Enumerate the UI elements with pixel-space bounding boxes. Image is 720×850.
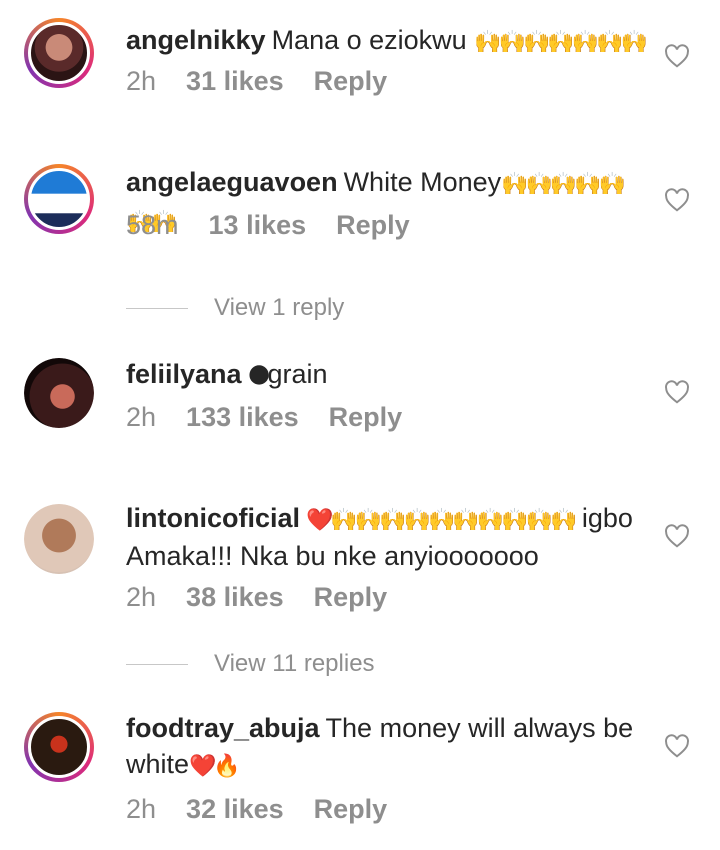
heart-outline-icon[interactable] [664, 188, 690, 212]
comment-username[interactable]: lintonicoficial [126, 503, 300, 533]
comment-body: grain [267, 359, 328, 389]
comment-likes[interactable]: 31 likes [186, 66, 284, 96]
comment-username[interactable]: foodtray_abuja [126, 713, 320, 743]
avatar[interactable] [24, 164, 94, 234]
comment-text: feliilyana 🌑grain [126, 356, 646, 394]
comment-meta: 2h 31 likes Reply [126, 66, 417, 97]
view-replies-button[interactable]: View 1 reply [126, 294, 344, 322]
comment-text: angelnikky Mana o eziokwu 🙌🙌🙌🙌🙌🙌🙌 [126, 22, 648, 60]
comment-username[interactable]: angelnikky [126, 25, 266, 55]
comment-likes[interactable]: 133 likes [186, 402, 299, 432]
reply-button[interactable]: Reply [336, 210, 410, 240]
comment-time: 2h [126, 582, 157, 612]
avatar[interactable] [24, 358, 94, 428]
comment-likes[interactable]: 32 likes [186, 794, 284, 824]
comment-meta: 2h 32 likes Reply [126, 794, 417, 825]
comment-username[interactable]: angelaeguavoen [126, 167, 338, 197]
divider-line [126, 308, 188, 310]
comment-time: 2h [126, 794, 157, 824]
comment-meta: 58m 13 likes Reply [126, 210, 440, 241]
comment-emoji: ❤️🙌🙌🙌🙌🙌🙌🙌🙌🙌🙌 [306, 507, 577, 532]
reply-button[interactable]: Reply [314, 794, 388, 824]
view-replies-label: View 1 reply [214, 294, 345, 321]
comment-username[interactable]: feliilyana [126, 359, 242, 389]
view-replies-button[interactable]: View 11 replies [126, 650, 375, 678]
comment-likes[interactable]: 38 likes [186, 582, 284, 612]
heart-outline-icon[interactable] [664, 380, 690, 404]
comment-time: 2h [126, 66, 157, 96]
divider-line [126, 664, 188, 666]
comment-body: White Money [343, 167, 502, 197]
comment-meta: 2h 38 likes Reply [126, 582, 417, 613]
comment-body: Mana o eziokwu [271, 25, 475, 55]
comment-text: lintonicoficial ❤️🙌🙌🙌🙌🙌🙌🙌🙌🙌🙌 igbo Amaka!!… [126, 500, 646, 574]
comment-text: foodtray_abuja The money will always be w… [126, 710, 646, 784]
comment-time: 58m [126, 210, 179, 240]
comment-likes[interactable]: 13 likes [209, 210, 307, 240]
reply-button[interactable]: Reply [314, 66, 388, 96]
heart-outline-icon[interactable] [664, 44, 690, 68]
heart-outline-icon[interactable] [664, 524, 690, 548]
heart-outline-icon[interactable] [664, 734, 690, 758]
comment-time: 2h [126, 402, 157, 432]
avatar[interactable] [24, 18, 94, 88]
avatar[interactable] [24, 712, 94, 782]
avatar[interactable] [24, 504, 94, 574]
reply-button[interactable]: Reply [329, 402, 403, 432]
comment-meta: 2h 133 likes Reply [126, 402, 432, 433]
comment-emoji: ❤️🔥 [189, 753, 241, 778]
comment-emoji: 🌑 [247, 363, 271, 388]
reply-button[interactable]: Reply [314, 582, 388, 612]
comment-emoji: 🙌🙌🙌🙌🙌🙌🙌 [474, 29, 648, 54]
view-replies-label: View 11 replies [214, 650, 375, 677]
